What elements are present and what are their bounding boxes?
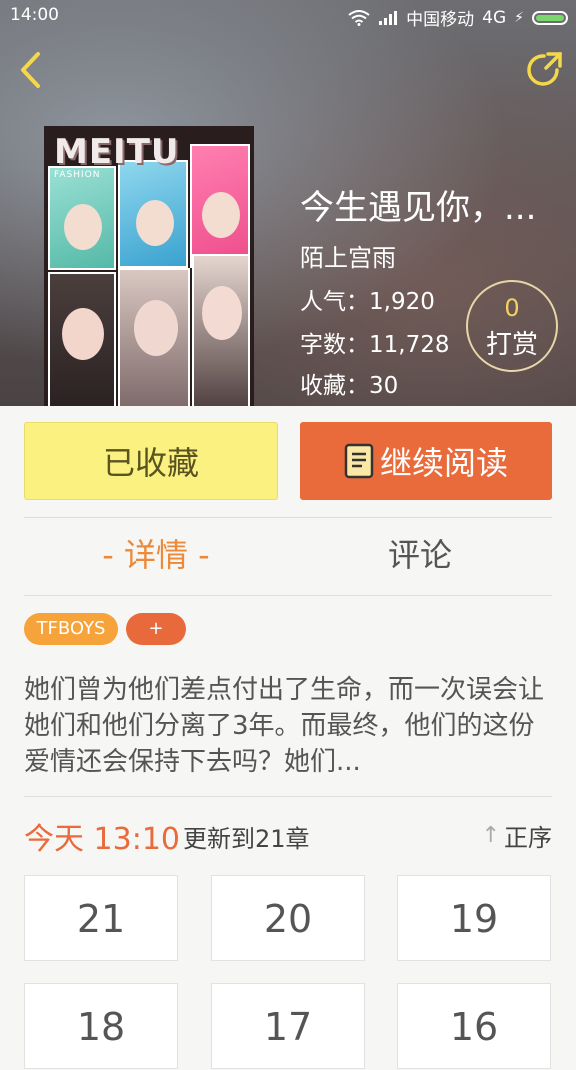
update-text: 更新到21章 [183,825,310,853]
book-description[interactable]: 她们曾为他们差点付出了生命，而一次误会让她们和他们分离了3年。而最终，他们的这份… [24,672,554,780]
chapter-tile[interactable]: 19 [397,875,551,961]
book-author[interactable]: 陌上宫雨 [300,238,396,273]
favorites-stat: 收藏：30 [300,373,399,399]
share-button[interactable] [524,50,564,90]
collected-button[interactable]: 已收藏 [24,422,278,500]
popularity-stat: 人气：1,920 [300,289,435,315]
chapter-tile[interactable]: 21 [24,875,178,961]
cover-photo [118,160,188,268]
cover-photo [190,144,250,268]
cover-photo [118,268,190,406]
charging-icon: ⚡ [514,9,524,26]
wifi-icon [348,9,370,26]
status-bar: 14:00 中国移动 4G ⚡ [0,0,576,32]
tip-label: 打赏 [485,330,538,360]
divider [24,517,552,518]
sort-button[interactable]: ↑ 正序 [482,818,552,853]
book-cover[interactable]: MEITU FASHION [44,126,254,406]
status-right: 中国移动 4G ⚡ [348,5,568,30]
carrier-label: 中国移动 [406,10,475,30]
book-icon [344,443,374,479]
update-time: 今天 13:10 [24,822,180,857]
book-header: 14:00 中国移动 4G ⚡ MEITU FASHION 今生遇见你，... … [0,0,576,406]
signal-icon [378,10,398,26]
back-button[interactable] [14,50,48,90]
sort-arrow-icon: ↑ [481,823,500,848]
sort-label: 正序 [504,824,552,852]
network-label: 4G [482,7,507,28]
chapter-tile[interactable]: 16 [397,983,551,1069]
chapter-tile[interactable]: 20 [211,875,365,961]
divider [24,595,552,596]
tab-detail[interactable]: - 详情 - [24,530,288,576]
share-icon [527,52,562,86]
book-title: 今生遇见你，... [300,188,537,228]
add-tag-button[interactable]: + [126,613,186,645]
tip-button[interactable]: 0 打赏 [466,280,558,372]
cover-photo [48,166,116,270]
chapter-tile[interactable]: 18 [24,983,178,1069]
back-arrow-icon [21,52,40,88]
tip-count: 0 [504,294,520,322]
continue-reading-button[interactable]: 继续阅读 [300,422,552,500]
status-time: 14:00 [10,5,59,25]
divider [24,796,552,797]
battery-icon [532,10,568,25]
cover-brand: MEITU [54,132,180,172]
cover-photo [192,254,250,406]
tag-tfboys[interactable]: TFBOYS [24,613,118,645]
cover-photo [48,272,116,406]
cover-sub: FASHION [54,170,101,180]
tab-comment[interactable]: 评论 [288,530,552,576]
collected-label: 已收藏 [102,444,199,482]
chapter-tile[interactable]: 17 [211,983,365,1069]
continue-label: 继续阅读 [379,444,508,482]
word-count-stat: 字数：11,728 [300,332,450,358]
